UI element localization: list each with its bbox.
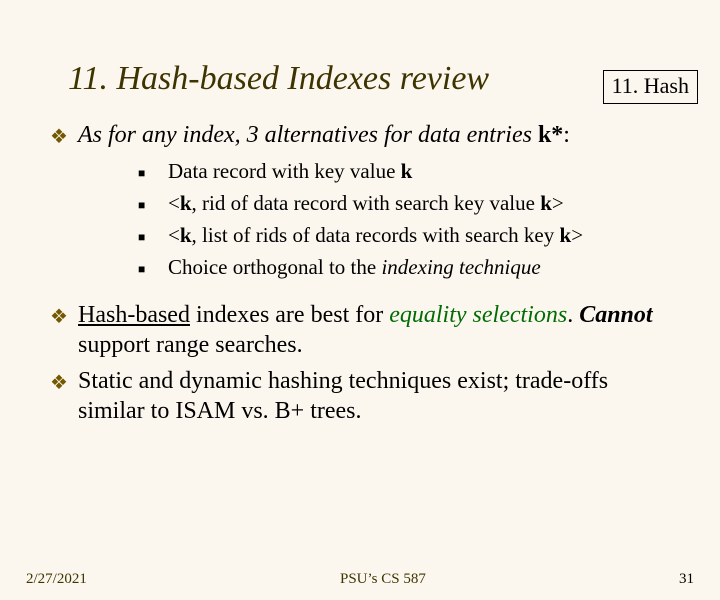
- t: Data record with key value: [168, 159, 401, 183]
- square-icon: ■: [138, 158, 168, 186]
- t: >: [571, 223, 583, 247]
- sub-2-text: <k, rid of data record with search key v…: [168, 190, 680, 218]
- t-emphasis: equality selections: [389, 302, 567, 328]
- t-bold: k: [180, 223, 192, 247]
- bullet-1-subs: ■ Data record with key value k ■ <k, rid…: [138, 158, 680, 282]
- sub-1-text: Data record with key value k: [168, 158, 680, 186]
- t: Choice orthogonal to the: [168, 255, 381, 279]
- t: <: [168, 191, 180, 215]
- sub-3: ■ <k, list of rids of data records with …: [138, 222, 680, 250]
- t-bold: k: [560, 223, 572, 247]
- bullet-2: ❖ Hash-based indexes are best for equali…: [50, 300, 680, 360]
- footer: 2/27/2021 PSU’s CS 587 31: [0, 571, 720, 588]
- t: <: [168, 223, 180, 247]
- t: support range searches.: [78, 332, 303, 358]
- t: , list of rids of data records with sear…: [192, 223, 560, 247]
- sub-3-text: <k, list of rids of data records with se…: [168, 222, 680, 250]
- text: :: [563, 122, 570, 148]
- footer-page-number: 31: [679, 571, 694, 588]
- t-bold: k: [540, 191, 552, 215]
- t: >: [552, 191, 564, 215]
- bullet-1: ❖ As for any index, 3 alternatives for d…: [50, 120, 680, 152]
- sub-4: ■ Choice orthogonal to the indexing tech…: [138, 254, 680, 282]
- sub-4-text: Choice orthogonal to the indexing techni…: [168, 254, 680, 282]
- t: indexes are best for: [190, 302, 389, 328]
- sub-2: ■ <k, rid of data record with search key…: [138, 190, 680, 218]
- text-bold: k*: [538, 122, 563, 148]
- diamond-icon: ❖: [50, 120, 78, 152]
- t: Static and dynamic hashing techniques ex…: [78, 368, 608, 424]
- square-icon: ■: [138, 222, 168, 250]
- t-bold: k: [401, 159, 413, 183]
- diamond-icon: ❖: [50, 366, 78, 426]
- slide-content: ❖ As for any index, 3 alternatives for d…: [50, 120, 680, 426]
- bullet-1-text: As for any index, 3 alternatives for dat…: [78, 120, 680, 152]
- bullet-3: ❖ Static and dynamic hashing techniques …: [50, 366, 680, 426]
- footer-course: PSU’s CS 587: [87, 571, 679, 588]
- bullet-2-text: Hash-based indexes are best for equality…: [78, 300, 680, 360]
- text: As for any index, 3 alternatives for dat…: [78, 122, 538, 148]
- square-icon: ■: [138, 190, 168, 218]
- square-icon: ■: [138, 254, 168, 282]
- t-italic: indexing technique: [381, 255, 540, 279]
- diamond-icon: ❖: [50, 300, 78, 360]
- topic-tag: 11. Hash: [603, 70, 698, 104]
- footer-date: 2/27/2021: [26, 571, 87, 588]
- t-bold: k: [180, 191, 192, 215]
- t-bold-italic: Cannot: [579, 302, 652, 328]
- bullet-3-text: Static and dynamic hashing techniques ex…: [78, 366, 680, 426]
- t: .: [567, 302, 579, 328]
- sub-1: ■ Data record with key value k: [138, 158, 680, 186]
- t-underline: Hash-based: [78, 302, 190, 328]
- t: , rid of data record with search key val…: [192, 191, 541, 215]
